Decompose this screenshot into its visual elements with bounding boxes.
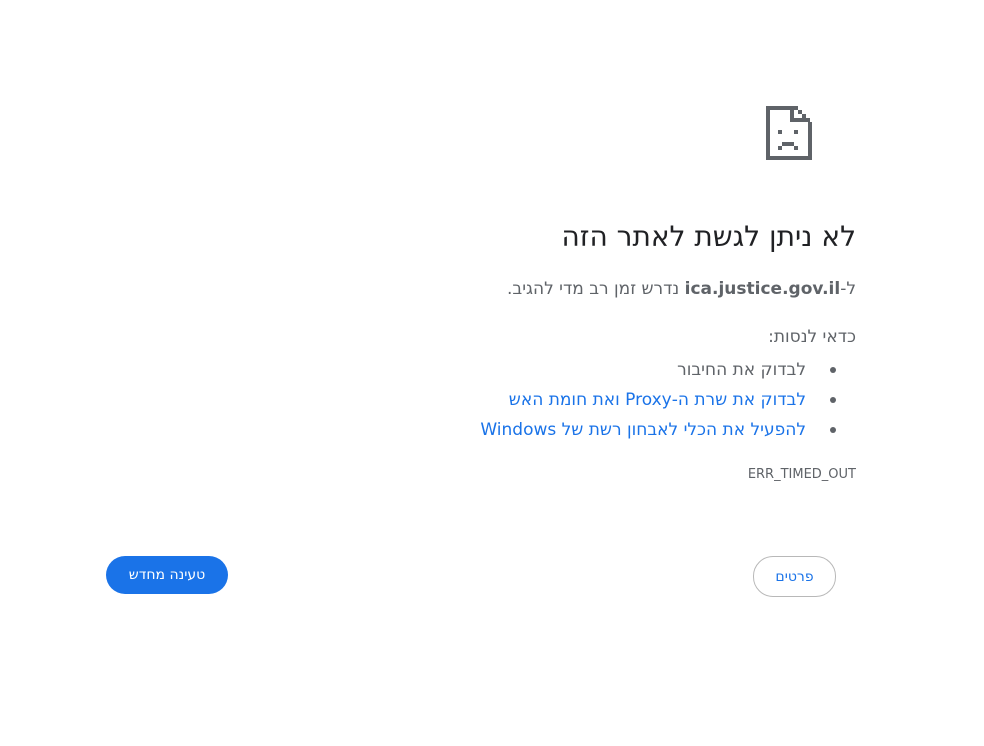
bullet-icon — [830, 397, 836, 403]
host-name: ica.justice.gov.il — [684, 279, 841, 299]
suggestion-check-proxy-link[interactable]: לבדוק את שרת ה-Proxy ואת חומת האש — [509, 390, 806, 410]
page-title: לא ניתן לגשת לאתר הזה — [561, 220, 856, 253]
suggestions-heading: כדאי לנסות: — [768, 327, 856, 347]
bullet-icon — [830, 367, 836, 373]
suggestion-item: לבדוק את שרת ה-Proxy ואת חומת האש — [256, 385, 836, 415]
reload-button[interactable]: טעינה מחדש — [106, 556, 228, 594]
suggestion-network-diagnostics-link[interactable]: להפעיל את הכלי לאבחון רשת של Windows — [480, 420, 806, 440]
suggestion-check-connection: לבדוק את החיבור — [677, 360, 806, 380]
error-content: לא ניתן לגשת לאתר הזה ל-ica.justice.gov.… — [256, 215, 856, 482]
details-button[interactable]: פרטים — [753, 556, 836, 597]
message-prefix: ל- — [840, 279, 856, 299]
error-code: ERR_TIMED_OUT — [747, 467, 856, 482]
message-suffix: נדרש זמן רב מדי להגיב. — [506, 279, 685, 299]
error-message: ל-ica.justice.gov.il נדרש זמן רב מדי להג… — [256, 277, 856, 301]
suggestions-list: לבדוק את החיבור לבדוק את שרת ה-Proxy ואת… — [256, 355, 856, 445]
bullet-icon — [830, 427, 836, 433]
error-page: לא ניתן לגשת לאתר הזה ל-ica.justice.gov.… — [0, 0, 984, 746]
suggestion-item: לבדוק את החיבור — [256, 355, 836, 385]
suggestion-item: להפעיל את הכלי לאבחון רשת של Windows — [256, 415, 836, 445]
sad-document-icon — [765, 105, 813, 161]
